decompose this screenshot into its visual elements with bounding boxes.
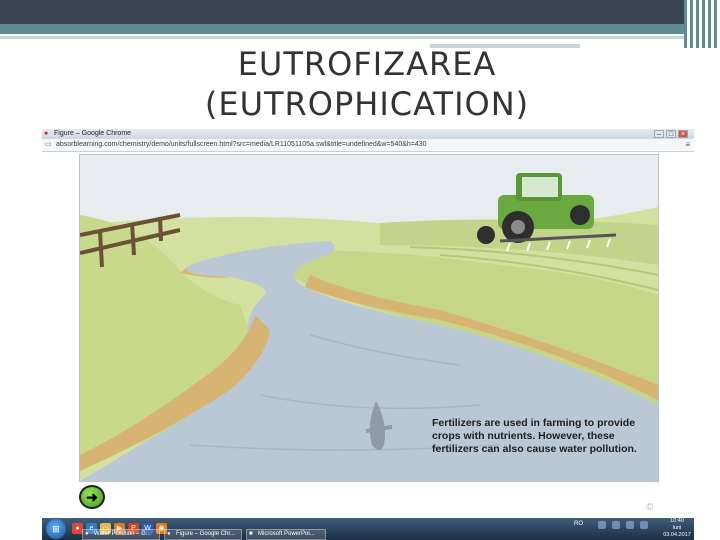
- powerpoint-icon: ■: [249, 531, 253, 537]
- slide-title-line2: (EUTROPHICATION): [204, 85, 530, 123]
- window-title: Figure – Google Chrome: [54, 130, 132, 137]
- task-figure-chrome[interactable]: ● Figure – Google Chr...: [164, 529, 242, 540]
- eutrophication-animation: Fertilizers are used in farming to provi…: [79, 154, 659, 482]
- windows-start-icon[interactable]: ⊞: [46, 519, 66, 539]
- flag-icon[interactable]: [598, 521, 606, 529]
- system-clock[interactable]: 10:40 luni 03.04.2017: [660, 518, 694, 539]
- copyright-mark: ©: [646, 502, 654, 513]
- slide-divider-line: [0, 36, 720, 39]
- minimize-icon[interactable]: –: [654, 130, 664, 138]
- maximize-icon[interactable]: □: [666, 130, 676, 138]
- task-label: Microsoft PowerPoi...: [258, 531, 315, 537]
- page-content: Fertilizers are used in farming to provi…: [42, 152, 694, 517]
- volume-icon[interactable]: [626, 521, 634, 529]
- chrome-icon: ●: [85, 531, 89, 537]
- clock-date: 03.04.2017: [663, 532, 691, 538]
- windows-taskbar: ⊞ ● e ▭ ▶ P W ◉ ● Water Pollution – G...…: [42, 518, 694, 540]
- menu-icon[interactable]: ≡: [685, 139, 690, 151]
- slide-title: EUTROFIZAREA (EUTROPHICATION): [0, 44, 720, 124]
- slide-accent-band: [0, 24, 720, 34]
- language-indicator[interactable]: RO: [574, 520, 583, 528]
- slide-top-band: [0, 0, 720, 24]
- chrome-icon: ●: [167, 531, 171, 537]
- task-label: Water Pollution – G...: [94, 531, 151, 537]
- window-titlebar: ● Figure – Google Chrome – □ ×: [42, 129, 694, 139]
- address-bar[interactable]: ▭ absorblearning.com/chemistry/demo/unit…: [42, 139, 694, 152]
- clock-time: 10:40: [670, 518, 684, 524]
- clock-day: luni: [672, 525, 682, 531]
- battery-icon[interactable]: [640, 521, 648, 529]
- chrome-icon: ●: [44, 130, 49, 137]
- slide-title-line1: EUTROFIZAREA: [237, 45, 497, 83]
- close-icon[interactable]: ×: [678, 130, 688, 138]
- page-icon: ▭: [45, 141, 52, 148]
- url-text[interactable]: absorblearning.com/chemistry/demo/units/…: [56, 139, 427, 151]
- scene-caption: Fertilizers are used in farming to provi…: [432, 417, 637, 455]
- task-powerpoint[interactable]: ■ Microsoft PowerPoi...: [246, 529, 326, 540]
- task-water-pollution[interactable]: ● Water Pollution – G...: [82, 529, 160, 540]
- next-button[interactable]: ➜: [79, 485, 105, 509]
- task-label: Figure – Google Chr...: [176, 531, 236, 537]
- arrow-right-icon: ➜: [86, 489, 98, 505]
- browser-screenshot: ● Figure – Google Chrome – □ × ▭ absorbl…: [42, 129, 694, 540]
- network-icon[interactable]: [612, 521, 620, 529]
- slide-corner-stripes: [684, 0, 720, 48]
